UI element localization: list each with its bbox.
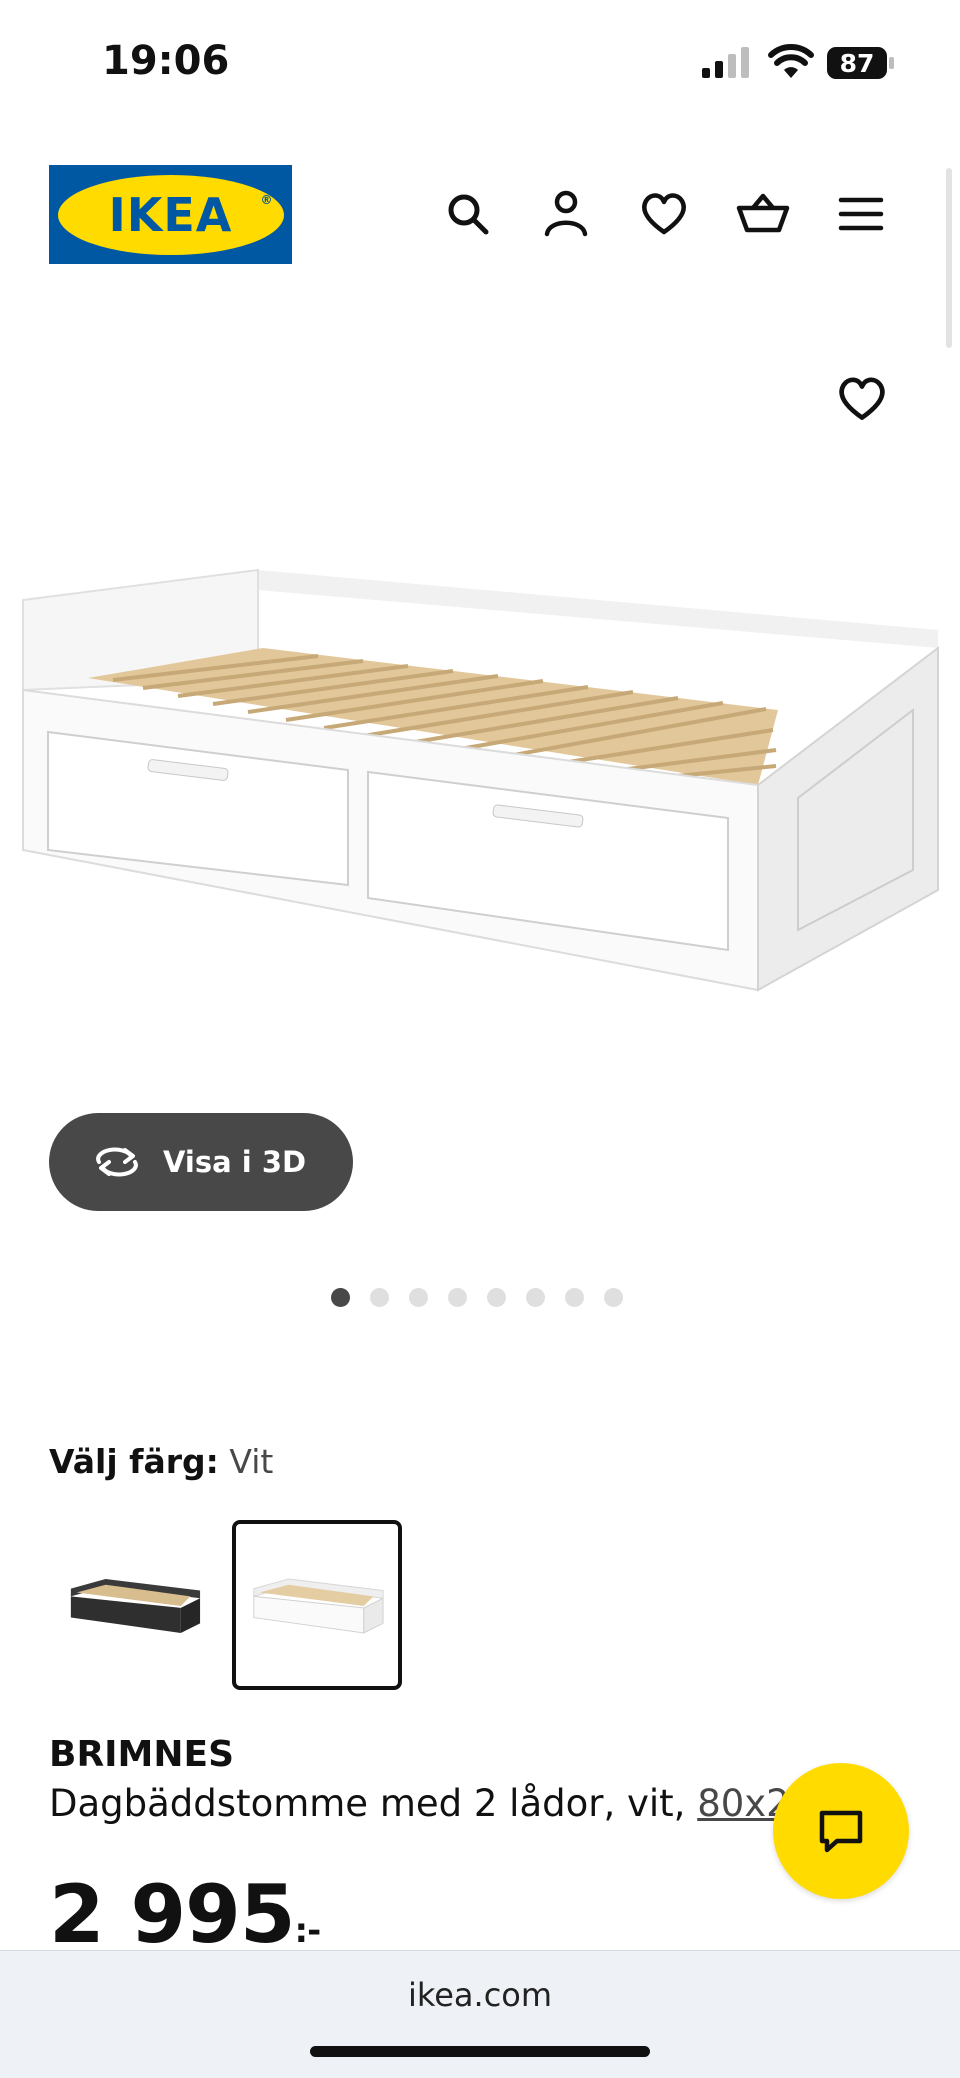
cellular-signal-icon [700, 46, 752, 80]
chat-icon [819, 1810, 863, 1853]
home-indicator[interactable] [310, 2046, 650, 2057]
account-icon[interactable] [538, 186, 594, 242]
logo-text: IKEA [108, 187, 233, 242]
product-name: BRIMNES [49, 1734, 235, 1775]
pagination-dot[interactable] [526, 1288, 545, 1307]
wifi-icon [768, 44, 814, 80]
product-price: 2 995:- [49, 1868, 322, 1961]
pagination-dot[interactable] [565, 1288, 584, 1307]
view-in-3d-button[interactable]: Visa i 3D [49, 1113, 353, 1211]
product-description: Dagbäddstomme med 2 lådor, vit, 80x20 [49, 1782, 789, 1825]
pagination-dot[interactable] [487, 1288, 506, 1307]
product-image[interactable] [18, 560, 943, 1120]
product-description-text: Dagbäddstomme med 2 lådor, vit, [49, 1782, 686, 1825]
menu-icon[interactable] [833, 186, 889, 242]
color-selector-label: Välj färg: Vit [49, 1442, 273, 1481]
page-scrollbar[interactable] [946, 168, 952, 348]
color-label-text: Välj färg: [49, 1442, 219, 1481]
price-suffix: :- [294, 1911, 322, 1951]
price-value: 2 995 [49, 1868, 296, 1961]
cart-icon[interactable] [735, 186, 791, 242]
battery-level: 87 [840, 49, 875, 78]
add-to-favourites-heart-icon[interactable] [833, 370, 891, 428]
battery-icon: 87 [826, 46, 896, 80]
pagination-dot[interactable] [331, 1288, 350, 1307]
chat-button[interactable] [773, 1763, 909, 1899]
ikea-logo[interactable]: IKEA ® [49, 165, 292, 264]
black-brown-daybed-thumbnail [70, 1578, 200, 1633]
pagination-dot[interactable] [409, 1288, 428, 1307]
image-pagination[interactable] [331, 1288, 623, 1307]
view-in-3d-label: Visa i 3D [163, 1145, 307, 1179]
color-option-white[interactable] [232, 1520, 402, 1690]
browser-url[interactable]: ikea.com [0, 1976, 960, 2014]
status-time: 19:06 [102, 38, 230, 84]
browser-address-bar[interactable] [0, 1950, 960, 2078]
rotate-3d-icon [96, 1147, 138, 1177]
color-option-black-brown[interactable] [49, 1520, 219, 1690]
pagination-dot[interactable] [604, 1288, 623, 1307]
pagination-dot[interactable] [448, 1288, 467, 1307]
color-selected-value: Vit [229, 1442, 274, 1481]
white-daybed-thumbnail [252, 1578, 384, 1634]
heart-icon[interactable] [636, 186, 692, 242]
pagination-dot[interactable] [370, 1288, 389, 1307]
search-icon[interactable] [440, 186, 496, 242]
